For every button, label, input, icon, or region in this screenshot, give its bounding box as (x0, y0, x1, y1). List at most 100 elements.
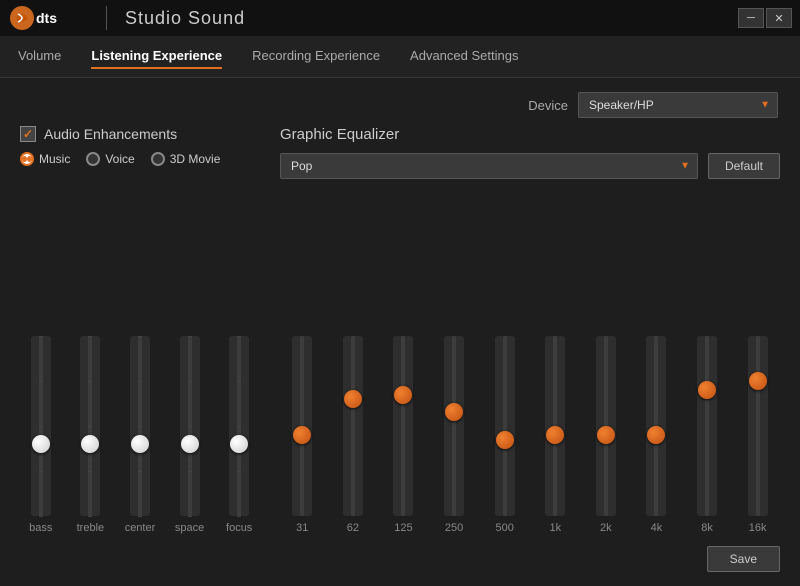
dts-logo: dts (8, 4, 88, 32)
eq-slider-col-62: 62 (331, 336, 376, 534)
eq-slider-col-31: 31 (280, 336, 325, 534)
slider-track-focus[interactable] (229, 336, 249, 516)
radio-music-label: Music (39, 152, 70, 166)
slider-thumb-bass[interactable] (32, 435, 50, 453)
slider-thumb-space[interactable] (181, 435, 199, 453)
nav-advanced-settings[interactable]: Advanced Settings (410, 44, 518, 69)
eq-slider-track-16k[interactable] (748, 336, 768, 516)
right-panel: Graphic Equalizer Pop Rock Jazz Classica… (280, 126, 780, 534)
eq-slider-track-2k[interactable] (596, 336, 616, 516)
eq-slider-col-1k: 1k (533, 336, 578, 534)
eq-slider-thumb-16k[interactable] (749, 372, 767, 390)
logo-area: dts Studio Sound (8, 4, 245, 32)
eq-slider-track-1k[interactable] (545, 336, 565, 516)
eq-slider-thumb-125[interactable] (394, 386, 412, 404)
slider-track-treble[interactable] (80, 336, 100, 516)
nav-volume[interactable]: Volume (18, 44, 61, 69)
slider-track-space[interactable] (180, 336, 200, 516)
app-title: Studio Sound (125, 8, 245, 29)
svg-text:dts: dts (36, 10, 57, 26)
eq-slider-label-31: 31 (296, 522, 308, 534)
eq-slider-thumb-2k[interactable] (597, 426, 615, 444)
slider-label-treble: treble (77, 522, 105, 534)
slider-col-focus: focus (218, 336, 260, 534)
window-controls: ─ ✕ (738, 8, 792, 28)
nav-bar: Volume Listening Experience Recording Ex… (0, 36, 800, 78)
left-sliders-container: bass treble center space focus (20, 176, 260, 534)
title-divider (106, 6, 107, 30)
eq-slider-col-2k: 2k (584, 336, 629, 534)
audio-enhancements-row: Audio Enhancements (20, 126, 260, 142)
slider-col-center: center (119, 336, 161, 534)
eq-slider-track-62[interactable] (343, 336, 363, 516)
eq-controls-row: Pop Rock Jazz Classical Hip Hop Flat Def… (280, 153, 780, 179)
radio-voice-label: Voice (105, 152, 134, 166)
eq-slider-thumb-62[interactable] (344, 390, 362, 408)
eq-slider-label-1k: 1k (549, 522, 561, 534)
eq-slider-track-250[interactable] (444, 336, 464, 516)
radio-row: Music Voice 3D Movie (20, 152, 260, 166)
eq-slider-label-4k: 4k (651, 522, 663, 534)
eq-slider-col-500: 500 (482, 336, 527, 534)
close-button[interactable]: ✕ (766, 8, 792, 28)
eq-slider-thumb-1k[interactable] (546, 426, 564, 444)
save-button[interactable]: Save (707, 546, 780, 572)
eq-slider-label-62: 62 (347, 522, 359, 534)
eq-slider-col-4k: 4k (634, 336, 679, 534)
audio-enhancements-label: Audio Enhancements (44, 126, 177, 142)
slider-track-center[interactable] (130, 336, 150, 516)
left-panel: Audio Enhancements Music Voice 3D Movie (20, 126, 260, 534)
eq-slider-label-500: 500 (495, 522, 513, 534)
nav-recording-experience[interactable]: Recording Experience (252, 44, 380, 69)
radio-voice[interactable]: Voice (86, 152, 134, 166)
nav-listening-experience[interactable]: Listening Experience (91, 44, 222, 69)
slider-col-space: space (169, 336, 211, 534)
device-select-wrapper: Speaker/HP Headphones HDMI (578, 92, 778, 118)
slider-col-treble: treble (70, 336, 112, 534)
eq-slider-thumb-500[interactable] (496, 431, 514, 449)
eq-slider-thumb-250[interactable] (445, 403, 463, 421)
eq-preset-wrapper: Pop Rock Jazz Classical Hip Hop Flat (280, 153, 698, 179)
default-button[interactable]: Default (708, 153, 780, 179)
eq-title: Graphic Equalizer (280, 126, 780, 143)
slider-thumb-center[interactable] (131, 435, 149, 453)
eq-sliders-container: 31 62 125 250 500 1k 2k 4k 8k 16k (280, 189, 780, 534)
slider-track-bass[interactable] (31, 336, 51, 516)
audio-enhancements-checkbox[interactable] (20, 126, 36, 142)
eq-slider-label-2k: 2k (600, 522, 612, 534)
eq-slider-track-8k[interactable] (697, 336, 717, 516)
main-panels: Audio Enhancements Music Voice 3D Movie (20, 126, 780, 534)
radio-music[interactable]: Music (20, 152, 70, 166)
eq-slider-label-250: 250 (445, 522, 463, 534)
eq-slider-thumb-4k[interactable] (647, 426, 665, 444)
radio-music-circle (20, 152, 34, 166)
slider-label-center: center (125, 522, 156, 534)
device-row: Device Speaker/HP Headphones HDMI (20, 92, 780, 118)
slider-label-bass: bass (29, 522, 52, 534)
eq-slider-thumb-31[interactable] (293, 426, 311, 444)
radio-3dmovie-circle (151, 152, 165, 166)
eq-preset-select[interactable]: Pop Rock Jazz Classical Hip Hop Flat (280, 153, 698, 179)
radio-3dmovie[interactable]: 3D Movie (151, 152, 221, 166)
eq-slider-track-125[interactable] (393, 336, 413, 516)
eq-slider-label-8k: 8k (701, 522, 713, 534)
slider-col-bass: bass (20, 336, 62, 534)
bottom-row: Save (20, 542, 780, 572)
eq-slider-col-16k: 16k (735, 336, 780, 534)
eq-slider-track-4k[interactable] (646, 336, 666, 516)
title-bar: dts Studio Sound ─ ✕ (0, 0, 800, 36)
eq-slider-track-500[interactable] (495, 336, 515, 516)
content-area: Device Speaker/HP Headphones HDMI Audio … (0, 78, 800, 586)
slider-label-space: space (175, 522, 204, 534)
eq-slider-track-31[interactable] (292, 336, 312, 516)
slider-label-focus: focus (226, 522, 252, 534)
device-select[interactable]: Speaker/HP Headphones HDMI (578, 92, 778, 118)
slider-thumb-focus[interactable] (230, 435, 248, 453)
eq-slider-label-16k: 16k (749, 522, 767, 534)
device-label: Device (528, 98, 568, 113)
eq-slider-thumb-8k[interactable] (698, 381, 716, 399)
radio-3dmovie-label: 3D Movie (170, 152, 221, 166)
slider-thumb-treble[interactable] (81, 435, 99, 453)
eq-slider-col-125: 125 (381, 336, 426, 534)
minimize-button[interactable]: ─ (738, 8, 764, 28)
